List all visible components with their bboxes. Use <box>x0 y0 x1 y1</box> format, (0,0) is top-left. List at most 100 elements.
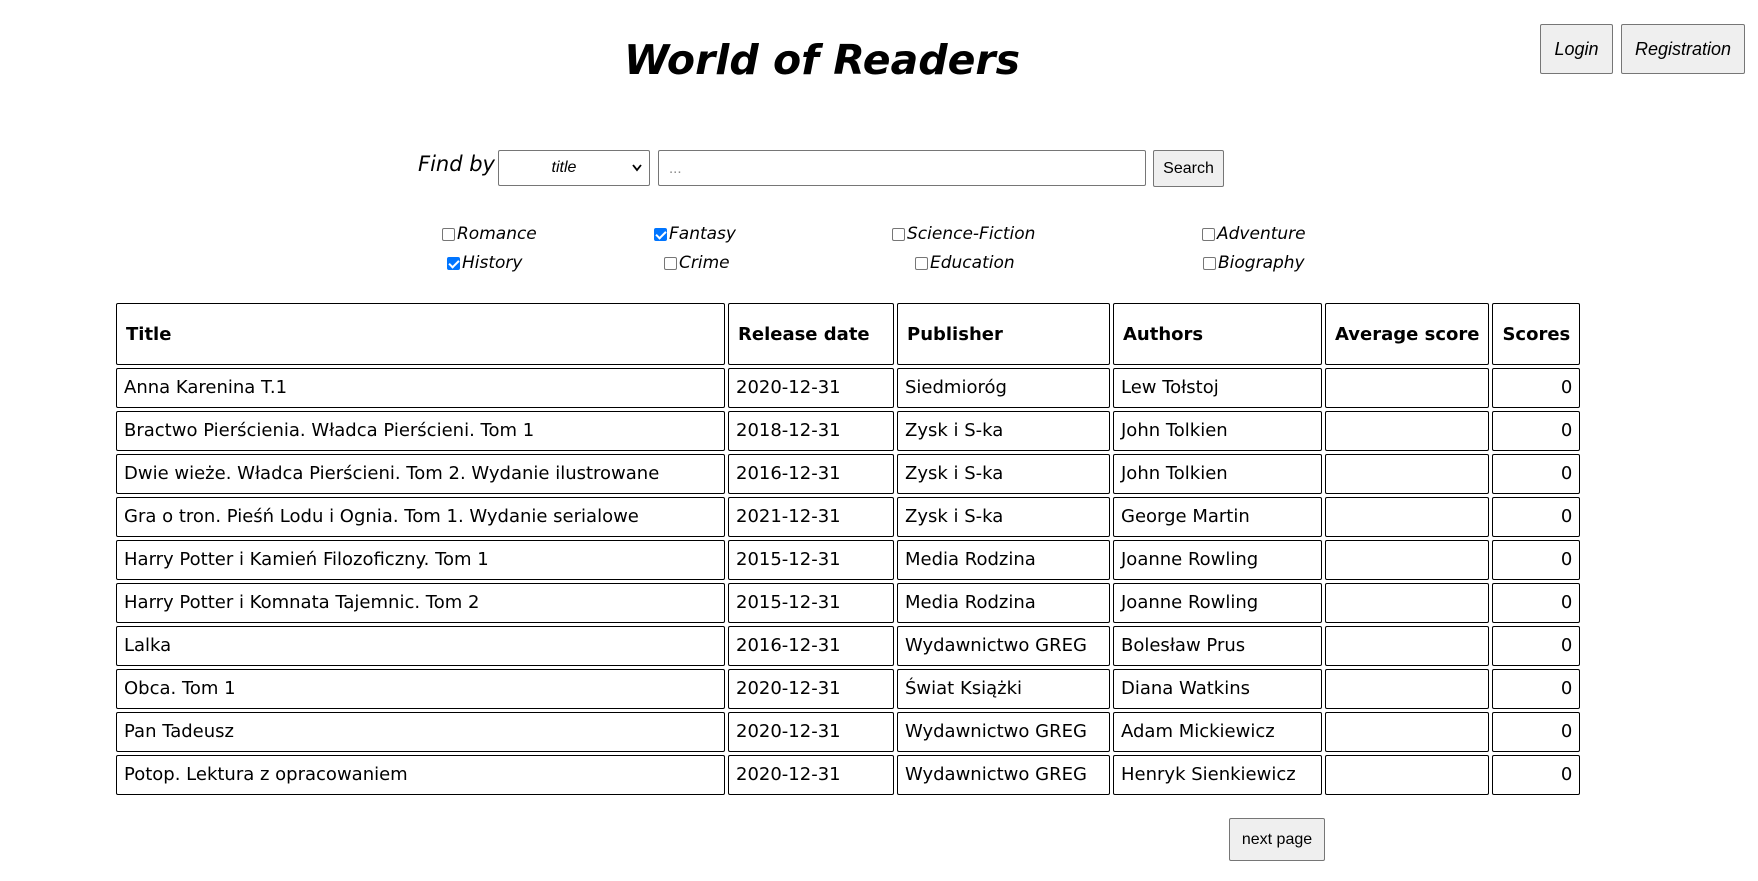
genre-adventure[interactable]: Adventure <box>1202 224 1306 244</box>
publisher-cell: Media Rodzina <box>897 583 1110 623</box>
scores-cell: 0 <box>1492 669 1581 709</box>
table-row: Harry Potter i Kamień Filozoficzny. Tom … <box>116 540 1581 580</box>
average-score-cell <box>1325 454 1490 494</box>
genre-checkbox[interactable] <box>1202 227 1215 241</box>
genre-fantasy[interactable]: Fantasy <box>654 224 736 244</box>
genre-checkbox[interactable] <box>442 227 455 241</box>
authors-cell: Adam Mickiewicz <box>1113 712 1322 752</box>
authors-cell: Joanne Rowling <box>1113 583 1322 623</box>
genre-crime[interactable]: Crime <box>664 253 730 273</box>
genre-biography[interactable]: Biography <box>1203 253 1305 273</box>
table-row: Bractwo Pierścienia. Władca Pierścieni. … <box>116 411 1581 451</box>
title-cell: Bractwo Pierścienia. Władca Pierścieni. … <box>116 411 725 451</box>
next-page-button[interactable]: next page <box>1229 818 1325 861</box>
column-header-title: Title <box>116 303 725 365</box>
genre-label: Romance <box>457 224 537 244</box>
genre-checkbox[interactable] <box>915 256 928 270</box>
publisher-cell: Świat Książki <box>897 669 1110 709</box>
publisher-cell: Zysk i S-ka <box>897 497 1110 537</box>
column-header-scores: Scores <box>1492 303 1581 365</box>
authors-cell: Joanne Rowling <box>1113 540 1322 580</box>
average-score-cell <box>1325 540 1490 580</box>
genre-history[interactable]: History <box>447 253 522 273</box>
genre-label: Adventure <box>1217 224 1306 244</box>
genre-education[interactable]: Education <box>915 253 1015 273</box>
release-date-cell: 2016-12-31 <box>728 454 894 494</box>
books-table-body: Anna Karenina T.1 2020-12-31 Siedmioróg Lew… <box>116 368 1581 795</box>
genre-label: Science-Fiction <box>907 224 1036 244</box>
authors-cell: Henryk Sienkiewicz <box>1113 755 1322 795</box>
title-cell: Lalka <box>116 626 725 666</box>
publisher-cell: Wydawnictwo GREG <box>897 712 1110 752</box>
authors-cell: George Martin <box>1113 497 1322 537</box>
average-score-cell <box>1325 626 1490 666</box>
genre-science-fiction[interactable]: Science-Fiction <box>892 224 1035 244</box>
login-button[interactable]: Login <box>1540 24 1613 74</box>
genre-checkbox[interactable] <box>654 227 667 241</box>
average-score-cell <box>1325 712 1490 752</box>
genre-checkbox[interactable] <box>664 256 677 270</box>
release-date-cell: 2021-12-31 <box>728 497 894 537</box>
genre-checkbox[interactable] <box>447 256 460 270</box>
release-date-cell: 2015-12-31 <box>728 540 894 580</box>
column-header-authors: Authors <box>1113 303 1322 365</box>
publisher-cell: Zysk i S-ka <box>897 411 1110 451</box>
publisher-cell: Wydawnictwo GREG <box>897 626 1110 666</box>
publisher-cell: Zysk i S-ka <box>897 454 1110 494</box>
genre-label: History <box>462 253 523 273</box>
average-score-cell <box>1325 755 1490 795</box>
release-date-cell: 2020-12-31 <box>728 755 894 795</box>
authors-cell: Bolesław Prus <box>1113 626 1322 666</box>
genre-label: Biography <box>1218 253 1305 273</box>
scores-cell: 0 <box>1492 626 1581 666</box>
genre-checkbox[interactable] <box>892 227 905 241</box>
authors-cell: Lew Tołstoj <box>1113 368 1322 408</box>
registration-button[interactable]: Registration <box>1621 24 1745 74</box>
release-date-cell: 2020-12-31 <box>728 368 894 408</box>
column-header-publisher: Publisher <box>897 303 1110 365</box>
table-row: Potop. Lektura z opracowaniem 2020-12-31 W… <box>116 755 1581 795</box>
genre-checkbox[interactable] <box>1203 256 1216 270</box>
genre-label: Crime <box>679 253 730 273</box>
release-date-cell: 2020-12-31 <box>728 712 894 752</box>
average-score-cell <box>1325 583 1490 623</box>
table-row: Harry Potter i Komnata Tajemnic. Tom 2 20… <box>116 583 1581 623</box>
title-cell: Pan Tadeusz <box>116 712 725 752</box>
authors-cell: John Tolkien <box>1113 411 1322 451</box>
release-date-cell: 2018-12-31 <box>728 411 894 451</box>
table-row: Dwie wieże. Władca Pierścieni. Tom 2. Wy… <box>116 454 1581 494</box>
average-score-cell <box>1325 669 1490 709</box>
scores-cell: 0 <box>1492 497 1581 537</box>
scores-cell: 0 <box>1492 454 1581 494</box>
find-by-label: Find by <box>418 152 495 176</box>
average-score-cell <box>1325 497 1490 537</box>
search-field-selected: title <box>551 159 577 176</box>
scores-cell: 0 <box>1492 583 1581 623</box>
search-button[interactable]: Search <box>1153 150 1224 187</box>
column-header-average-score: Average score <box>1325 303 1490 365</box>
books-table: Title Release date Publisher Authors Ave… <box>113 300 1583 798</box>
search-field-select[interactable]: title <box>498 150 650 186</box>
table-header-row: Title Release date Publisher Authors Ave… <box>116 303 1581 365</box>
scores-cell: 0 <box>1492 411 1581 451</box>
table-row: Gra o tron. Pieśń Lodu i Ognia. Tom 1. W… <box>116 497 1581 537</box>
table-row: Anna Karenina T.1 2020-12-31 Siedmioróg Lew… <box>116 368 1581 408</box>
search-input[interactable] <box>658 150 1146 186</box>
table-row: Obca. Tom 1 2020-12-31 Świat Książki Diana … <box>116 669 1581 709</box>
scores-cell: 0 <box>1492 712 1581 752</box>
authors-cell: John Tolkien <box>1113 454 1322 494</box>
release-date-cell: 2020-12-31 <box>728 669 894 709</box>
publisher-cell: Siedmioróg <box>897 368 1110 408</box>
genre-label: Education <box>930 253 1015 273</box>
table-row: Lalka 2016-12-31 Wydawnictwo GREG Bolesław … <box>116 626 1581 666</box>
title-cell: Potop. Lektura z opracowaniem <box>116 755 725 795</box>
title-cell: Dwie wieże. Władca Pierścieni. Tom 2. Wy… <box>116 454 725 494</box>
genre-romance[interactable]: Romance <box>442 224 537 244</box>
scores-cell: 0 <box>1492 368 1581 408</box>
publisher-cell: Wydawnictwo GREG <box>897 755 1110 795</box>
scores-cell: 0 <box>1492 540 1581 580</box>
average-score-cell <box>1325 368 1490 408</box>
genre-label: Fantasy <box>669 224 736 244</box>
chevron-down-icon <box>632 164 642 172</box>
authors-cell: Diana Watkins <box>1113 669 1322 709</box>
